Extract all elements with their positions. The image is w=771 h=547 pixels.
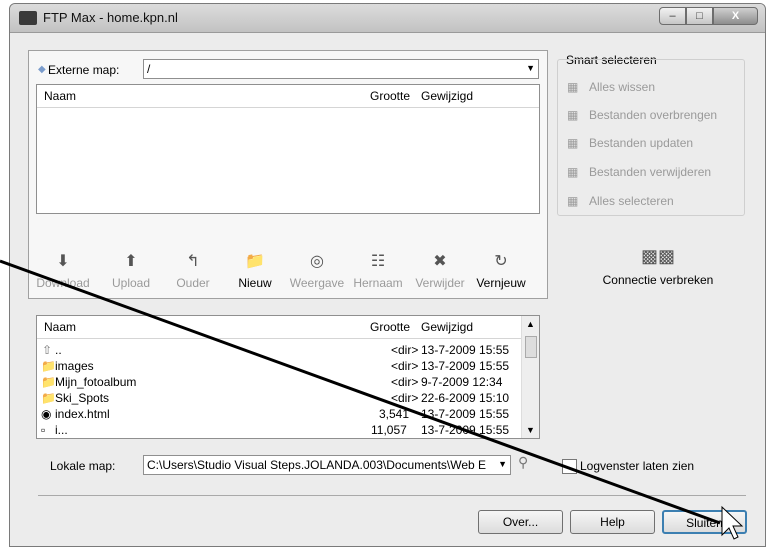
list-item[interactable]: 📁 Mijn_fotoalbum <dir> 9-7-2009 12:34 — [37, 374, 522, 390]
local-path-value: C:\Users\Studio Visual Steps.JOLANDA.003… — [147, 458, 487, 472]
up-folder-icon: ⇧ — [42, 343, 53, 357]
list-item[interactable]: 📁 Ski_Spots <dir> 22-6-2009 15:10 — [37, 390, 522, 406]
local-list-header: Naam Grootte Gewijzigd — [37, 316, 539, 339]
maximize-button[interactable]: □ — [686, 7, 713, 25]
view-button[interactable]: ◎ Weergave — [282, 252, 352, 290]
local-scrollbar[interactable]: ▲ ▼ — [521, 316, 539, 438]
disconnect-button[interactable]: ▩▩ Connectie verbreken — [588, 246, 728, 287]
upload-button[interactable]: ⬆ Upload — [96, 252, 166, 290]
local-file-list[interactable]: Naam Grootte Gewijzigd ⇧.. <dir> 13-7-2009… — [36, 315, 540, 439]
transfer-icon: ▦ — [567, 108, 579, 122]
upload-icon: ⬆ — [124, 253, 138, 270]
local-map-label: Lokale map: — [50, 459, 116, 473]
up-folder-button[interactable]: ↰ Ouder — [158, 252, 228, 290]
list-item[interactable]: 📁 images <dir> 13-7-2009 15:55 — [37, 358, 522, 374]
network-icon: ▩▩ — [640, 246, 675, 266]
minimize-button[interactable]: – — [659, 7, 686, 25]
scroll-thumb[interactable] — [525, 336, 537, 358]
browse-folder-icon[interactable]: ⚲ — [518, 454, 528, 471]
folder-icon: 📁 — [41, 375, 56, 389]
view-icon: ◎ — [310, 253, 324, 270]
log-label: Logvenster laten zien — [580, 459, 695, 473]
up-folder-icon: ↰ — [186, 253, 200, 270]
smart-delete-files[interactable]: ▦ Bestanden verwijderen — [567, 165, 711, 179]
refresh-icon: ↻ — [494, 253, 508, 270]
smart-select-all[interactable]: ▦ Alles selecteren — [567, 194, 674, 208]
remote-map-icon: ◆ — [38, 64, 46, 75]
folder-icon: 📁 — [41, 359, 56, 373]
chevron-down-icon: ▼ — [498, 459, 507, 469]
column-modified[interactable]: Gewijzigd — [421, 320, 473, 334]
html-file-icon: ◉ — [41, 407, 52, 421]
refresh-button[interactable]: ↻ Vernjeuw — [466, 252, 536, 290]
column-name[interactable]: Naam — [44, 89, 76, 103]
column-size[interactable]: Grootte — [370, 89, 410, 103]
remote-path-value: / — [147, 62, 151, 76]
close-button[interactable]: X — [713, 7, 758, 25]
new-folder-icon: 📁 — [245, 253, 265, 270]
window-title: FTP Max - home.kpn.nl — [43, 10, 178, 25]
scroll-up-icon: ▲ — [526, 319, 535, 329]
download-button[interactable]: ⬇ Download — [28, 252, 98, 290]
remote-map-label: Externe map: — [48, 63, 120, 77]
log-checkbox[interactable] — [562, 459, 577, 474]
list-item[interactable]: ◉ index.html 3,541 13-7-2009 15:55 — [37, 406, 522, 422]
remote-file-list[interactable]: Naam Grootte Gewijzigd — [36, 84, 540, 214]
update-icon: ▦ — [567, 136, 579, 150]
scroll-down-icon: ▼ — [526, 425, 535, 435]
title-bar: FTP Max - home.kpn.nl – □ X — [10, 4, 765, 33]
smart-update-files[interactable]: ▦ Bestanden updaten — [567, 136, 693, 150]
smart-transfer-files[interactable]: ▦ Bestanden overbrengen — [567, 108, 717, 122]
list-item[interactable]: ⇧.. <dir> 13-7-2009 15:55 — [37, 342, 522, 358]
new-folder-button[interactable]: 📁 Nieuw — [220, 252, 290, 290]
column-name[interactable]: Naam — [44, 320, 76, 334]
disconnect-label: Connectie verbreken — [602, 273, 714, 287]
local-rows: ⇧.. <dir> 13-7-2009 15:55 📁 images <dir> 13-7… — [37, 342, 522, 438]
rename-icon: ☷ — [370, 253, 386, 270]
clear-all-icon: ▦ — [567, 80, 579, 94]
divider — [38, 495, 746, 496]
rename-button[interactable]: ☷ Hernaam — [343, 252, 413, 290]
list-item[interactable]: ▫ i... 11,057 13-7-2009 15:55 — [37, 422, 522, 438]
help-button[interactable]: Help — [570, 510, 655, 534]
about-button[interactable]: Over... — [478, 510, 563, 534]
remote-path-combo[interactable]: / ▼ — [143, 59, 539, 79]
app-icon — [19, 11, 37, 25]
select-all-icon: ▦ — [567, 194, 579, 208]
chevron-down-icon: ▼ — [526, 63, 535, 73]
close-dialog-button[interactable]: Sluiten — [662, 510, 747, 534]
delete-files-icon: ▦ — [567, 165, 579, 179]
delete-icon: ✖ — [433, 253, 447, 270]
smart-clear-all[interactable]: ▦ Alles wissen — [567, 80, 655, 94]
delete-button[interactable]: ✖ Verwijder — [405, 252, 475, 290]
column-modified[interactable]: Gewijzigd — [421, 89, 473, 103]
column-size[interactable]: Grootte — [370, 320, 410, 334]
folder-icon: 📁 — [41, 391, 56, 405]
remote-list-header: Naam Grootte Gewijzigd — [37, 85, 539, 108]
download-icon: ⬇ — [56, 253, 70, 270]
local-path-combo[interactable]: C:\Users\Studio Visual Steps.JOLANDA.003… — [143, 455, 511, 475]
file-icon: ▫ — [41, 423, 46, 437]
